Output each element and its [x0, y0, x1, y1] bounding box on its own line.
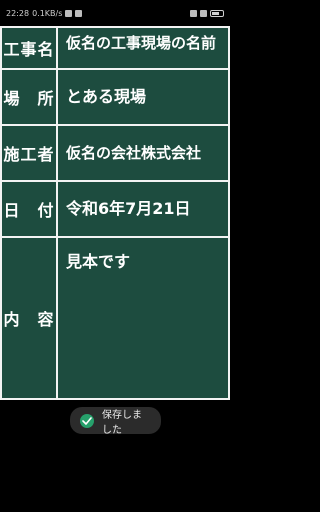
value-date[interactable]: 令和6年7月21日 — [60, 182, 228, 236]
row-contractor: 施工者 仮名の会社株式会社 — [2, 126, 228, 182]
value-location[interactable]: とある現場 — [60, 70, 228, 124]
status-left: 22:28 0.1KB/s — [6, 8, 83, 18]
row-date: 日 付 令和6年7月21日 — [2, 182, 228, 238]
row-location: 場 所 とある現場 — [2, 70, 228, 126]
signal-icon — [190, 9, 197, 17]
label-contractor: 施工者 — [2, 126, 58, 180]
label-date: 日 付 — [2, 182, 58, 236]
status-bar: 22:28 0.1KB/s — [0, 0, 230, 26]
battery-icon — [210, 9, 224, 17]
wifi-icon — [200, 9, 207, 17]
toast-text: 保存しました — [102, 409, 142, 436]
label-project-name: 工事名 — [2, 28, 58, 68]
value-project-name[interactable]: 仮名の工事現場の名前 — [60, 28, 228, 68]
label-location: 場 所 — [2, 70, 58, 124]
value-contractor[interactable]: 仮名の会社株式会社 — [60, 126, 228, 180]
construction-board: 工事名 仮名の工事現場の名前 場 所 とある現場 施工者 仮名の会社株式会社 日… — [0, 26, 230, 400]
app-icon-glyph — [82, 416, 92, 425]
app-icon — [80, 413, 94, 428]
row-content: 内 容 見本です — [2, 238, 228, 398]
status-time: 22:28 — [6, 8, 30, 18]
notification-icon — [75, 9, 83, 17]
label-content: 内 容 — [2, 238, 58, 398]
notification-icon — [65, 9, 73, 17]
status-right — [190, 9, 224, 17]
row-project-name: 工事名 仮名の工事現場の名前 — [2, 28, 228, 70]
status-net-speed: 0.1KB/s — [32, 8, 63, 18]
toast-saved: 保存しました — [70, 407, 161, 436]
value-content[interactable]: 見本です — [60, 238, 228, 398]
